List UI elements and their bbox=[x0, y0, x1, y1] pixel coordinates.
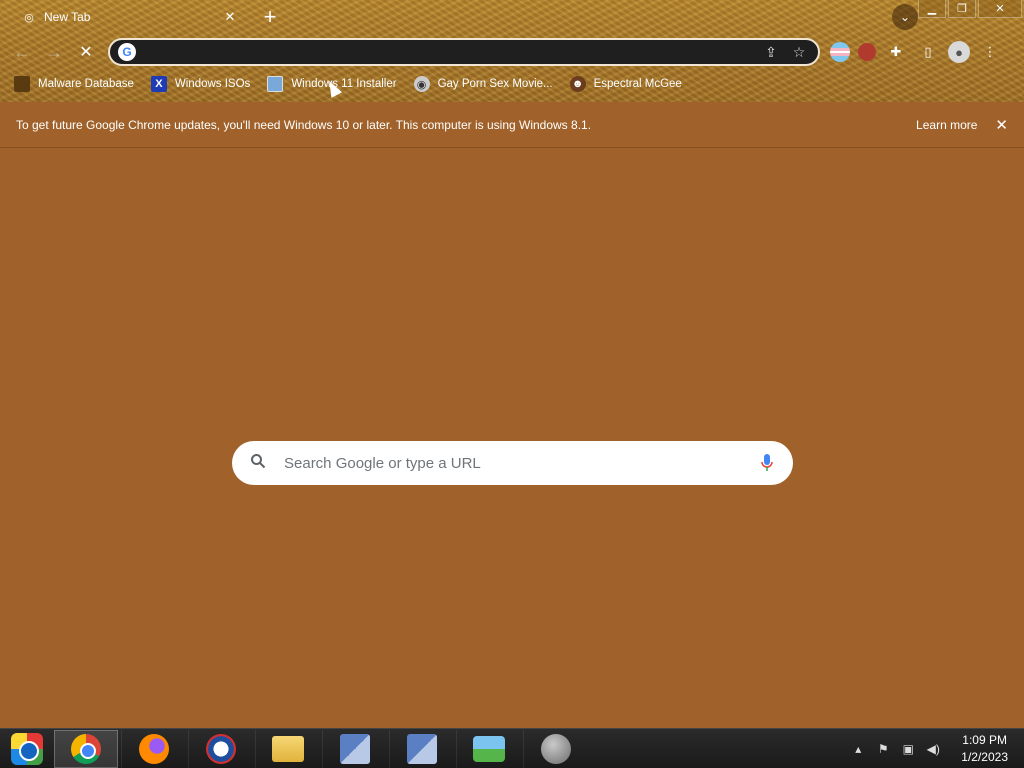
bookmarks-bar: Malware Database X Windows ISOs Windows … bbox=[14, 74, 699, 94]
bookmark-espectral-mcgee[interactable]: ☻ Espectral McGee bbox=[569, 76, 682, 92]
omnibox[interactable]: G ⇪ ☆ bbox=[108, 38, 820, 66]
back-icon[interactable]: ← bbox=[10, 40, 34, 64]
volume-icon[interactable]: ◀) bbox=[922, 738, 944, 760]
tab-search-icon[interactable]: ⌄ bbox=[892, 4, 918, 30]
bookmark-gay-porn-sex-movie[interactable]: ◉ Gay Porn Sex Movie... bbox=[413, 76, 553, 92]
google-icon: G bbox=[118, 43, 136, 61]
taskbar-messenger[interactable] bbox=[456, 729, 520, 768]
bookmark-malware-database[interactable]: Malware Database bbox=[14, 76, 134, 92]
face-icon: ☻ bbox=[569, 76, 586, 92]
extensions-area: ✚ ▯ ● ⋮ bbox=[830, 40, 1010, 64]
taskbar-chrome[interactable] bbox=[54, 729, 118, 768]
bookmark-windows-isos[interactable]: X Windows ISOs bbox=[150, 76, 251, 92]
image-icon bbox=[267, 76, 284, 92]
flag-icon[interactable]: ⚑ bbox=[872, 738, 894, 760]
disc-icon: ◉ bbox=[413, 76, 430, 92]
bookmark-star-icon[interactable]: ☆ bbox=[788, 41, 810, 63]
search-input[interactable] bbox=[284, 454, 759, 472]
bookmark-label: Malware Database bbox=[38, 78, 134, 90]
messenger-people-icon bbox=[472, 735, 505, 762]
minimize-button[interactable]: ▁ bbox=[918, 0, 946, 18]
tab-title: New Tab bbox=[44, 10, 91, 24]
flag-extension-icon[interactable] bbox=[830, 42, 850, 62]
tab-new-tab[interactable]: ◎ New Tab ✕ bbox=[8, 2, 246, 32]
update-infobar: To get future Google Chrome updates, you… bbox=[0, 102, 1024, 148]
bookmark-label: Windows ISOs bbox=[174, 78, 251, 90]
new-tab-button[interactable]: + bbox=[258, 4, 282, 29]
network-icon[interactable]: ▣ bbox=[897, 738, 919, 760]
clock-date: 1/2/2023 bbox=[961, 750, 1008, 764]
profile-icon[interactable]: ● bbox=[948, 41, 970, 63]
browser-frame: ◎ New Tab ✕ + ⌄ ▁ ❐ ✕ ← → ✕ G ⇪ ☆ ✚ ▯ ● … bbox=[0, 0, 1024, 102]
window-close-button[interactable]: ✕ bbox=[978, 0, 1022, 18]
taskbar-obama-app[interactable] bbox=[188, 729, 252, 768]
extensions-puzzle-icon[interactable]: ✚ bbox=[884, 40, 908, 64]
clock-time: 1:09 PM bbox=[962, 733, 1007, 747]
avatar-extension-icon[interactable] bbox=[858, 43, 876, 61]
setup-installer-icon bbox=[339, 733, 370, 764]
infobar-message: To get future Google Chrome updates, you… bbox=[16, 117, 592, 132]
side-panel-icon[interactable]: ▯ bbox=[916, 40, 940, 64]
taskbar-firefox[interactable] bbox=[121, 729, 185, 768]
setup-installer-icon bbox=[406, 733, 437, 764]
system-tray: ▴ ⚑ ▣ ◀) 1:09 PM 1/2/2023 bbox=[847, 729, 1024, 768]
ntp-search-box[interactable] bbox=[232, 441, 793, 485]
search-icon bbox=[250, 453, 270, 474]
bookmark-label: Gay Porn Sex Movie... bbox=[437, 78, 553, 90]
taskbar: ▴ ⚑ ▣ ◀) 1:09 PM 1/2/2023 bbox=[0, 728, 1024, 768]
x-logo-icon: X bbox=[150, 76, 167, 92]
bookmark-label: Espectral McGee bbox=[593, 78, 682, 90]
chrome-icon: ◎ bbox=[24, 11, 34, 24]
bookmark-label: Windows 11 Installer bbox=[291, 78, 397, 90]
folder-icon bbox=[271, 735, 304, 762]
learn-more-link[interactable]: Learn more bbox=[916, 118, 977, 132]
menu-icon[interactable]: ⋮ bbox=[978, 40, 1002, 64]
firefox-icon bbox=[138, 733, 169, 764]
close-infobar-icon[interactable]: ✕ bbox=[995, 116, 1008, 134]
flash-icon bbox=[540, 733, 571, 764]
taskbar-flash[interactable] bbox=[523, 729, 587, 768]
obama-logo-icon bbox=[205, 733, 236, 764]
restore-button[interactable]: ❐ bbox=[948, 0, 976, 18]
taskbar-file-explorer[interactable] bbox=[255, 729, 319, 768]
bookmark-icon bbox=[14, 76, 30, 92]
clock[interactable]: 1:09 PM 1/2/2023 bbox=[947, 732, 1024, 766]
share-icon[interactable]: ⇪ bbox=[760, 41, 782, 63]
start-orb-icon bbox=[11, 732, 43, 765]
start-button[interactable] bbox=[0, 729, 54, 768]
window-controls: ▁ ❐ ✕ bbox=[916, 0, 1022, 18]
show-hidden-icons-icon[interactable]: ▴ bbox=[847, 738, 869, 760]
address-input[interactable] bbox=[144, 44, 754, 60]
taskbar-setup-1[interactable] bbox=[322, 729, 386, 768]
taskbar-setup-2[interactable] bbox=[389, 729, 453, 768]
chrome-icon bbox=[71, 733, 101, 764]
microphone-icon[interactable] bbox=[759, 454, 775, 472]
close-tab-icon[interactable]: ✕ bbox=[222, 9, 238, 25]
forward-icon[interactable]: → bbox=[42, 40, 66, 64]
stop-loading-icon[interactable]: ✕ bbox=[74, 40, 98, 64]
